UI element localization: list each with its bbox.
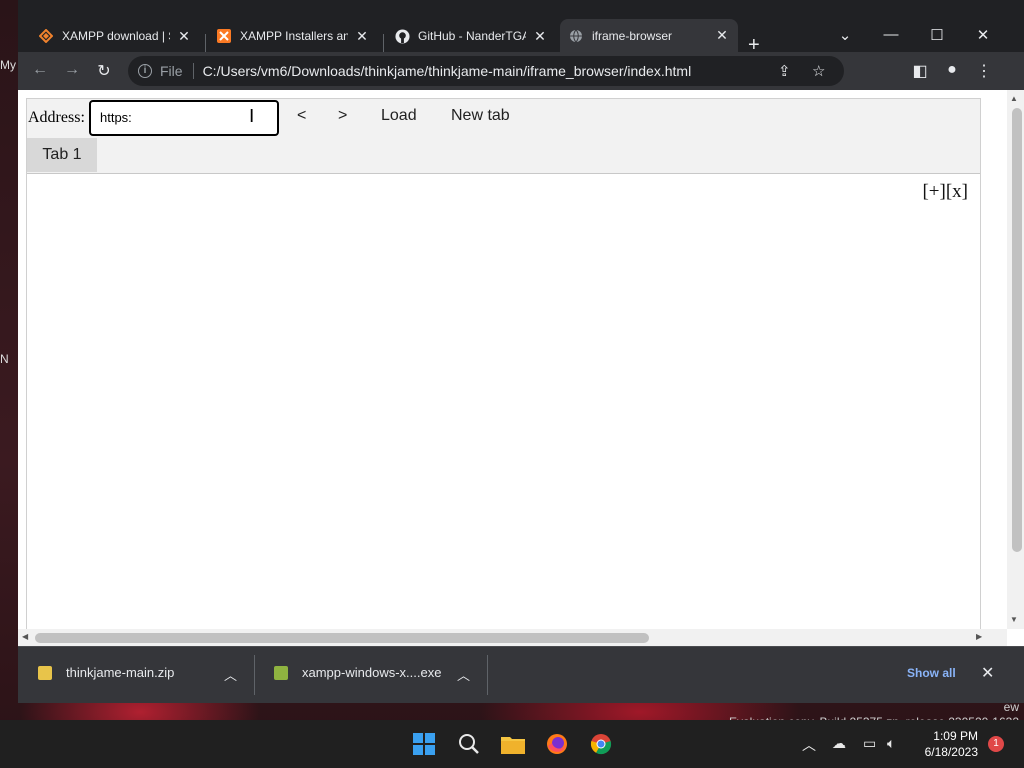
windows-start-icon[interactable] xyxy=(412,732,436,756)
file-explorer-icon[interactable] xyxy=(501,732,525,756)
page-back-button[interactable]: < xyxy=(297,107,306,125)
system-clock[interactable]: 1:09 PM 6/18/2023 xyxy=(920,728,978,760)
close-icon[interactable]: ✕ xyxy=(354,28,370,45)
page-tab-1[interactable]: Tab 1 xyxy=(27,138,97,172)
installer-icon xyxy=(274,665,288,680)
browser-tab-xampp-installers[interactable]: XAMPP Installers and ✕ xyxy=(208,22,378,50)
shelf-divider xyxy=(254,655,255,695)
vertical-scroll-thumb[interactable] xyxy=(1012,108,1022,552)
network-icon[interactable]: ▭ xyxy=(863,735,876,752)
horizontal-scroll-thumb[interactable] xyxy=(35,633,649,643)
download-filename: xampp-windows-x....exe xyxy=(302,665,442,680)
tab-divider xyxy=(383,34,384,52)
page-new-tab-button[interactable]: New tab xyxy=(451,107,510,125)
volume-icon[interactable]: 🔈︎ xyxy=(887,735,895,752)
url-text[interactable]: C:/Users/vm6/Downloads/thinkjame/thinkja… xyxy=(203,63,692,79)
zip-folder-icon xyxy=(38,665,52,680)
scroll-right-icon[interactable]: ▶ xyxy=(976,632,982,641)
bookmark-star-icon[interactable]: ☆ xyxy=(812,62,825,80)
tab-divider xyxy=(205,34,206,52)
clock-time: 1:09 PM xyxy=(933,729,978,743)
profile-icon[interactable]: ● xyxy=(942,61,962,79)
address-bar[interactable]: i File C:/Users/vm6/Downloads/thinkjame/… xyxy=(128,56,844,86)
iframe-browser-page: Address: https: I < > Load New tab Tab 1… xyxy=(26,98,981,638)
chrome-icon[interactable] xyxy=(589,732,613,756)
clock-date: 6/18/2023 xyxy=(924,745,978,759)
show-all-downloads-link[interactable]: Show all xyxy=(907,666,956,680)
horizontal-scrollbar[interactable]: ◀ ▶ xyxy=(18,629,1007,646)
forward-arrow-icon[interactable]: → xyxy=(62,61,82,79)
scroll-left-icon[interactable]: ◀ xyxy=(22,632,28,641)
notification-badge[interactable]: 1 xyxy=(988,736,1004,752)
browser-tab-xampp-download[interactable]: XAMPP download | S ✕ xyxy=(30,22,200,50)
firefox-icon[interactable] xyxy=(545,732,569,756)
chevron-up-icon[interactable]: ︿ xyxy=(802,735,816,755)
close-icon[interactable]: ✕ xyxy=(714,27,730,44)
tab-title: GitHub - NanderTGA xyxy=(418,29,526,43)
download-item[interactable]: xampp-windows-x....exe xyxy=(274,665,441,680)
tab-title: iframe-browser xyxy=(592,28,673,43)
tab-title: XAMPP download | S xyxy=(62,29,170,43)
browser-toolbar: ← → ↻ i File C:/Users/vm6/Downloads/thin… xyxy=(18,52,1024,90)
onedrive-icon[interactable]: ☁ xyxy=(832,735,846,752)
xampp-diamond-icon xyxy=(38,28,54,44)
close-icon[interactable]: ✕ xyxy=(176,28,192,45)
page-address-bar: Address: https: I < > Load New tab Tab 1 xyxy=(27,99,980,174)
info-icon[interactable]: i xyxy=(138,64,152,78)
xampp-logo-icon xyxy=(216,28,232,44)
back-arrow-icon[interactable]: ← xyxy=(30,61,50,79)
desktop-label-mid: N xyxy=(0,352,9,366)
desktop-label-top: My xyxy=(0,58,16,72)
search-icon[interactable] xyxy=(457,732,481,756)
tab-search-chevron-icon[interactable]: ⌄ xyxy=(835,26,855,44)
scroll-up-icon[interactable]: ▲ xyxy=(1010,94,1018,103)
side-panel-icon[interactable]: ◧ xyxy=(910,61,930,81)
vertical-scrollbar[interactable]: ▲ ▼ xyxy=(1007,90,1024,629)
shelf-divider xyxy=(487,655,488,695)
chrome-window: XAMPP download | S ✕ XAMPP Installers an… xyxy=(18,0,1024,703)
chevron-up-icon[interactable]: ︿ xyxy=(224,665,237,684)
close-icon[interactable]: ✕ xyxy=(981,663,994,683)
address-label: Address: xyxy=(28,109,85,126)
browser-tab-iframe-browser[interactable]: iframe-browser ✕ xyxy=(560,19,738,52)
load-button[interactable]: Load xyxy=(381,107,417,125)
reload-icon[interactable]: ↻ xyxy=(94,61,114,81)
scroll-down-icon[interactable]: ▼ xyxy=(1010,615,1018,624)
window-close-button[interactable]: ✕ xyxy=(973,26,993,44)
page-viewport: Address: https: I < > Load New tab Tab 1… xyxy=(18,90,1024,646)
github-icon xyxy=(394,28,410,44)
windows-taskbar: ︿ ☁ ▭ 🔈︎ 1:09 PM 6/18/2023 1 xyxy=(0,720,1024,768)
tab-title: XAMPP Installers and xyxy=(240,29,348,43)
menu-kebab-icon[interactable]: ⋮ xyxy=(974,61,994,81)
globe-icon xyxy=(568,28,584,44)
share-icon[interactable]: ⇪ xyxy=(778,62,791,80)
maximize-button[interactable]: ☐ xyxy=(927,26,947,44)
download-filename: thinkjame-main.zip xyxy=(66,665,175,680)
close-icon[interactable]: ✕ xyxy=(532,28,548,45)
tab-strip: XAMPP download | S ✕ XAMPP Installers an… xyxy=(18,12,1024,56)
text-cursor-icon: I xyxy=(249,106,255,127)
page-forward-button[interactable]: > xyxy=(338,107,347,125)
chevron-up-icon[interactable]: ︿ xyxy=(457,665,470,684)
minimize-button[interactable]: — xyxy=(881,26,901,43)
scheme-chip[interactable]: File xyxy=(160,63,194,79)
browser-tab-github[interactable]: GitHub - NanderTGA ✕ xyxy=(386,22,556,50)
download-shelf: thinkjame-main.zip ︿ xampp-windows-x....… xyxy=(18,646,1024,703)
download-item[interactable]: thinkjame-main.zip xyxy=(38,665,174,680)
frame-controls[interactable]: [+][x] xyxy=(922,181,968,203)
